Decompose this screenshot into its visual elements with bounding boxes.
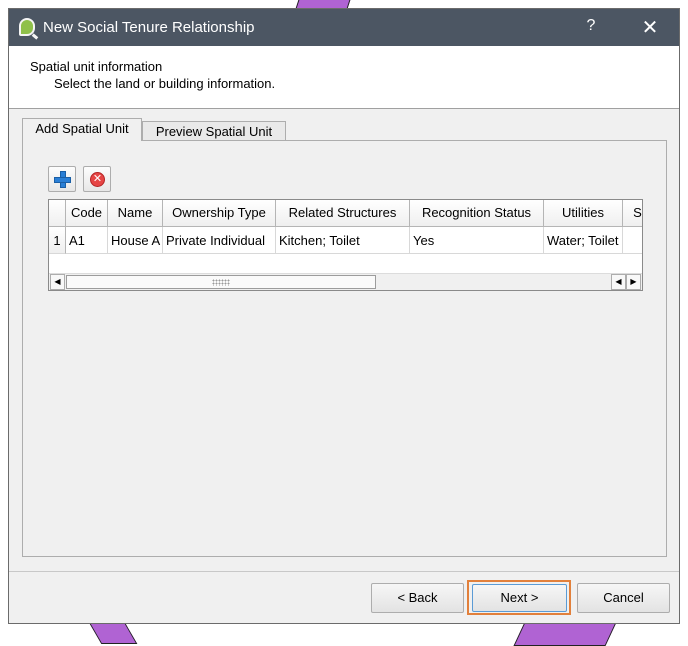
- title-bar: New Social Tenure Relationship ? ✕: [9, 9, 679, 46]
- wizard-header: Spatial unit information Select the land…: [9, 46, 679, 109]
- cell-code[interactable]: A1: [66, 227, 108, 254]
- dialog-window: New Social Tenure Relationship ? ✕ Spati…: [8, 8, 680, 624]
- add-spatial-unit-button[interactable]: [48, 166, 76, 192]
- tab-add-spatial-unit[interactable]: Add Spatial Unit: [22, 118, 142, 141]
- table-corner[interactable]: [49, 200, 66, 227]
- cell-recognition-status[interactable]: Yes: [410, 227, 544, 254]
- cell-related-structures[interactable]: Kitchen; Toilet: [276, 227, 410, 254]
- scroll-right-icon[interactable]: ▶: [626, 274, 641, 290]
- remove-circle-icon: ✕: [90, 172, 105, 187]
- plus-icon-bar: [54, 177, 71, 183]
- scroll-left-icon-secondary[interactable]: ◀: [611, 274, 626, 290]
- row-number[interactable]: 1: [49, 227, 66, 254]
- cell-partial[interactable]: [623, 227, 642, 254]
- column-header-utilities[interactable]: Utilities: [544, 200, 623, 227]
- horizontal-scrollbar[interactable]: ◀ ◀ ▶: [49, 273, 642, 290]
- qgis-app-icon: [19, 18, 35, 36]
- cell-ownership-type[interactable]: Private Individual: [163, 227, 276, 254]
- tab-preview-spatial-unit[interactable]: Preview Spatial Unit: [142, 121, 286, 141]
- cancel-button[interactable]: Cancel: [577, 583, 670, 613]
- remove-spatial-unit-button[interactable]: ✕: [83, 166, 111, 192]
- footer-divider: [9, 571, 679, 572]
- tab-panel: ✕ Code Name Ownership Type Related Struc…: [22, 140, 667, 557]
- column-header-recognition-status[interactable]: Recognition Status: [410, 200, 544, 227]
- column-header-related-structures[interactable]: Related Structures: [276, 200, 410, 227]
- column-header-code[interactable]: Code: [66, 200, 108, 227]
- scrollbar-thumb[interactable]: [66, 275, 376, 289]
- cell-name[interactable]: House A: [108, 227, 163, 254]
- grip-icon: [212, 279, 230, 286]
- page-subtitle: Select the land or building information.: [54, 76, 276, 91]
- next-button[interactable]: Next >: [472, 584, 567, 612]
- cell-utilities[interactable]: Water; Toilet: [544, 227, 623, 254]
- help-button[interactable]: ?: [581, 17, 601, 35]
- page-title: Spatial unit information: [30, 59, 163, 74]
- spatial-unit-table: Code Name Ownership Type Related Structu…: [48, 199, 643, 291]
- background-shape: [88, 622, 138, 644]
- scroll-left-icon[interactable]: ◀: [50, 274, 65, 290]
- column-header-partial[interactable]: S: [623, 200, 642, 227]
- column-header-ownership-type[interactable]: Ownership Type: [163, 200, 276, 227]
- back-button[interactable]: < Back: [371, 583, 464, 613]
- window-title: New Social Tenure Relationship: [43, 19, 255, 36]
- column-header-name[interactable]: Name: [108, 200, 163, 227]
- close-button[interactable]: ✕: [639, 15, 661, 40]
